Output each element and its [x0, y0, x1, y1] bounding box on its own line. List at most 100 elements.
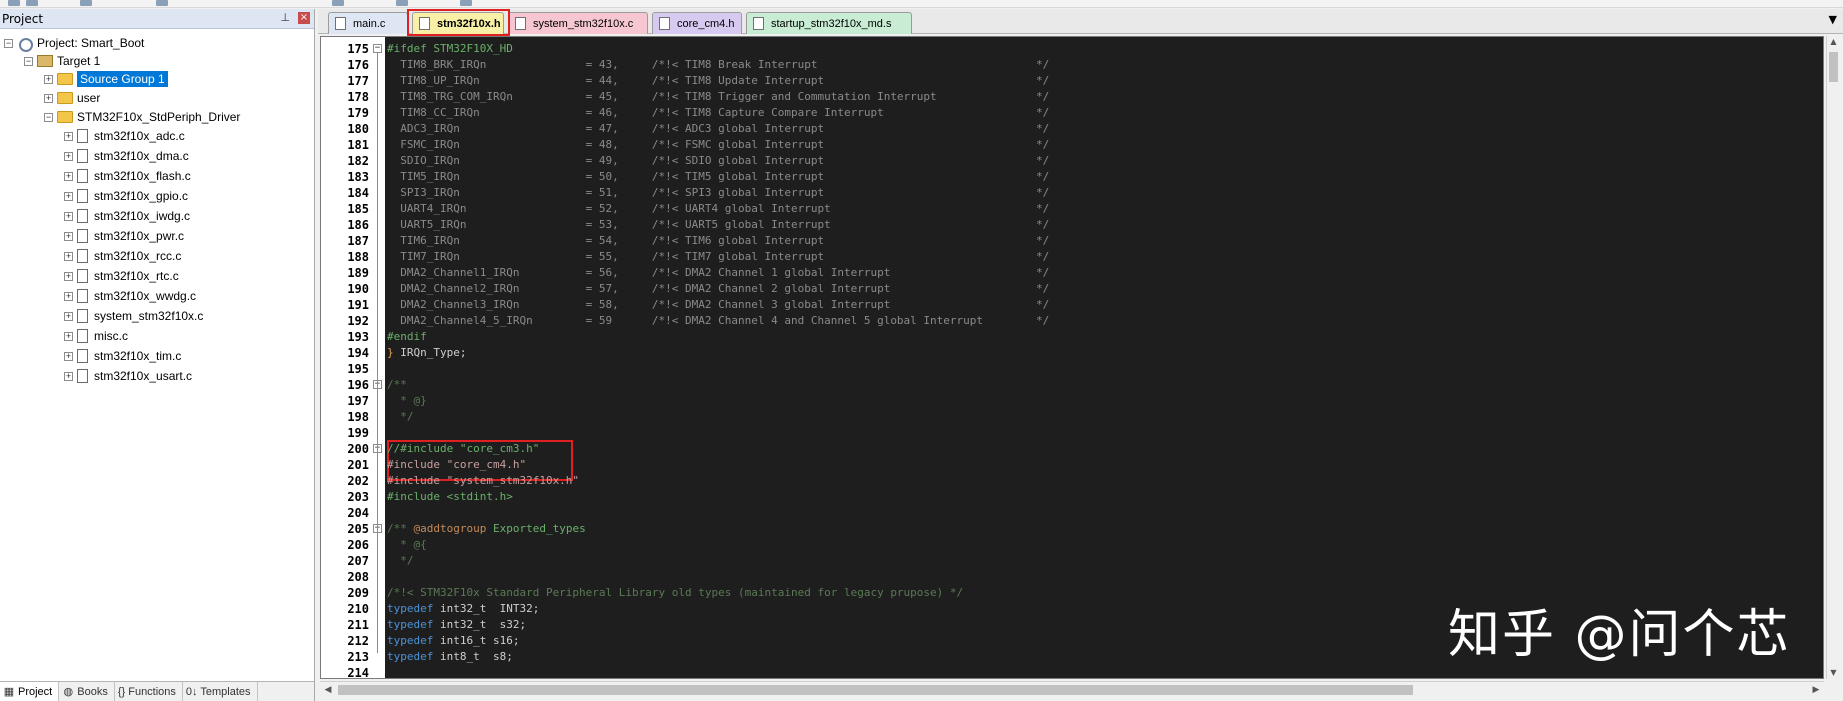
line-number: 202 [321, 473, 369, 489]
line-number: 186 [321, 217, 369, 233]
code-text: */ [387, 410, 414, 423]
code-line: 188 TIM7_IRQn = 55, /*!< TIM7 global Int… [321, 249, 1823, 265]
tree-item-file[interactable]: + stm32f10x_gpio.c [64, 187, 188, 205]
tree-item-group[interactable]: − STM32F10x_StdPeriph_Driver [44, 108, 240, 126]
expand-icon[interactable]: + [44, 74, 53, 84]
tree-item-file[interactable]: + stm32f10x_wwdg.c [64, 287, 196, 305]
tab-system-stm32f10x-c[interactable]: system_stm32f10x.c [508, 12, 648, 34]
tree-item-group[interactable]: + Source Group 1 [44, 70, 168, 88]
pin-icon[interactable]: ⊥ [280, 11, 290, 24]
expand-icon[interactable]: + [64, 231, 73, 241]
file-icon [77, 349, 88, 363]
toolbar-button[interactable] [156, 0, 168, 6]
tree-item-file[interactable]: + stm32f10x_adc.c [64, 127, 185, 145]
vertical-scrollbar[interactable]: ▲ ▼ [1826, 36, 1839, 679]
code-line: 182 SDIO_IRQn = 49, /*!< SDIO global Int… [321, 153, 1823, 169]
tree-item-file[interactable]: + stm32f10x_iwdg.c [64, 207, 190, 225]
toolbar-button[interactable] [80, 0, 92, 6]
expand-icon[interactable]: + [64, 171, 73, 181]
collapse-icon[interactable]: − [44, 112, 53, 122]
scroll-thumb[interactable] [1829, 52, 1838, 82]
toolbar-button[interactable] [8, 0, 20, 6]
code-line: 187 TIM6_IRQn = 54, /*!< TIM6 global Int… [321, 233, 1823, 249]
expand-icon[interactable]: + [64, 271, 73, 281]
tree-item-file[interactable]: + stm32f10x_rcc.c [64, 247, 181, 265]
tab-project[interactable]: ▦ Project [0, 682, 60, 701]
tree-item-group[interactable]: + user [44, 89, 100, 107]
tab-templates[interactable]: 0↓ Templates [183, 682, 258, 701]
tree-item-file[interactable]: + stm32f10x_tim.c [64, 347, 181, 365]
expand-icon[interactable]: + [64, 151, 73, 161]
code-text: #ifdef STM32F10X_HD [387, 42, 513, 55]
tree-item-target[interactable]: − Target 1 [24, 52, 100, 70]
expand-icon[interactable]: + [64, 311, 73, 321]
line-number: 210 [321, 601, 369, 617]
line-number: 189 [321, 265, 369, 281]
expand-icon[interactable]: + [64, 371, 73, 381]
scroll-right-icon[interactable]: ▶ [1810, 683, 1822, 697]
collapse-icon[interactable]: − [24, 56, 33, 66]
tree-item-file[interactable]: + misc.c [64, 327, 128, 345]
line-number: 200 [321, 441, 369, 457]
scroll-left-icon[interactable]: ◀ [322, 683, 334, 697]
code-text: TIM8_CC_IRQn = 46, /*!< TIM8 Capture Com… [387, 106, 1050, 119]
tab-books[interactable]: ◍ Books [59, 682, 115, 701]
file-icon [77, 129, 88, 143]
tree-item-file[interactable]: + stm32f10x_flash.c [64, 167, 191, 185]
expand-icon[interactable]: + [64, 251, 73, 261]
code-line: 195 [321, 361, 1823, 377]
toolbar-button[interactable] [332, 0, 344, 6]
fold-toggle-icon[interactable]: − [373, 44, 382, 53]
code-text: SPI3_IRQn = 51, /*!< SPI3 global Interru… [387, 186, 1050, 199]
horizontal-scrollbar[interactable]: ◀ ▶ [320, 681, 1824, 697]
tree-item-project[interactable]: − Project: Smart_Boot [4, 34, 144, 52]
tab-main-c[interactable]: main.c [328, 12, 408, 34]
expand-icon[interactable]: + [44, 93, 53, 103]
expand-icon[interactable]: + [64, 191, 73, 201]
expand-icon[interactable]: + [64, 211, 73, 221]
code-line: 190 DMA2_Channel2_IRQn = 57, /*!< DMA2 C… [321, 281, 1823, 297]
code-text: TIM8_BRK_IRQn = 43, /*!< TIM8 Break Inte… [387, 58, 1050, 71]
code-text: FSMC_IRQn = 48, /*!< FSMC global Interru… [387, 138, 1050, 151]
file-icon [77, 369, 88, 383]
toolbar-button[interactable] [460, 0, 472, 6]
tab-core-cm4-h[interactable]: core_cm4.h [652, 12, 742, 34]
code-text: TIM8_UP_IRQn = 44, /*!< TIM8 Update Inte… [387, 74, 1050, 87]
scroll-up-icon[interactable]: ▲ [1828, 36, 1839, 48]
code-line: 202 #include "system_stm32f10x.h" [321, 473, 1823, 489]
toolbar-button[interactable] [396, 0, 408, 6]
toolbar-button[interactable] [26, 0, 38, 6]
code-text: DMA2_Channel2_IRQn = 57, /*!< DMA2 Chann… [387, 282, 1050, 295]
scroll-down-icon[interactable]: ▼ [1828, 667, 1839, 679]
expand-icon[interactable]: + [64, 131, 73, 141]
code-line: 194} IRQn_Type; [321, 345, 1823, 361]
code-text: SDIO_IRQn = 49, /*!< SDIO global Interru… [387, 154, 1050, 167]
folder-icon [57, 73, 73, 85]
tab-startup-s[interactable]: startup_stm32f10x_md.s [746, 12, 912, 34]
tree-item-label: STM32F10x_StdPeriph_Driver [77, 110, 241, 124]
scroll-thumb[interactable] [338, 685, 1413, 695]
code-text: * @} [387, 394, 427, 407]
tree-item-file[interactable]: + stm32f10x_pwr.c [64, 227, 184, 245]
code-line: 183 TIM5_IRQn = 50, /*!< TIM5 global Int… [321, 169, 1823, 185]
close-icon[interactable]: × [298, 12, 310, 24]
expand-icon[interactable]: + [64, 331, 73, 341]
code-editor[interactable]: 175− #ifdef STM32F10X_HD 176 TIM8_BRK_IRQn… [320, 36, 1824, 679]
tree-item-file[interactable]: + stm32f10x_dma.c [64, 147, 189, 165]
line-number: 187 [321, 233, 369, 249]
code-text: * @{ [387, 538, 427, 551]
tab-list-dropdown-icon[interactable]: ▼ [1829, 13, 1837, 26]
tab-functions[interactable]: {} Functions [115, 682, 183, 701]
tree-item-file[interactable]: + system_stm32f10x.c [64, 307, 203, 325]
tree-item-file[interactable]: + stm32f10x_usart.c [64, 367, 192, 385]
tree-item-file[interactable]: + stm32f10x_rtc.c [64, 267, 179, 285]
books-icon: ◍ [63, 686, 74, 698]
tab-label: system_stm32f10x.c [533, 17, 634, 30]
code-text: TIM7_IRQn = 55, /*!< TIM7 global Interru… [387, 250, 1050, 263]
code-text: typedef int32_t s32; [387, 618, 527, 631]
expand-icon[interactable]: + [64, 291, 73, 301]
code-line: 197 * @} [321, 393, 1823, 409]
expand-icon[interactable]: + [64, 351, 73, 361]
collapse-icon[interactable]: − [4, 38, 13, 48]
code-text: #include "system_stm32f10x.h" [387, 474, 580, 487]
